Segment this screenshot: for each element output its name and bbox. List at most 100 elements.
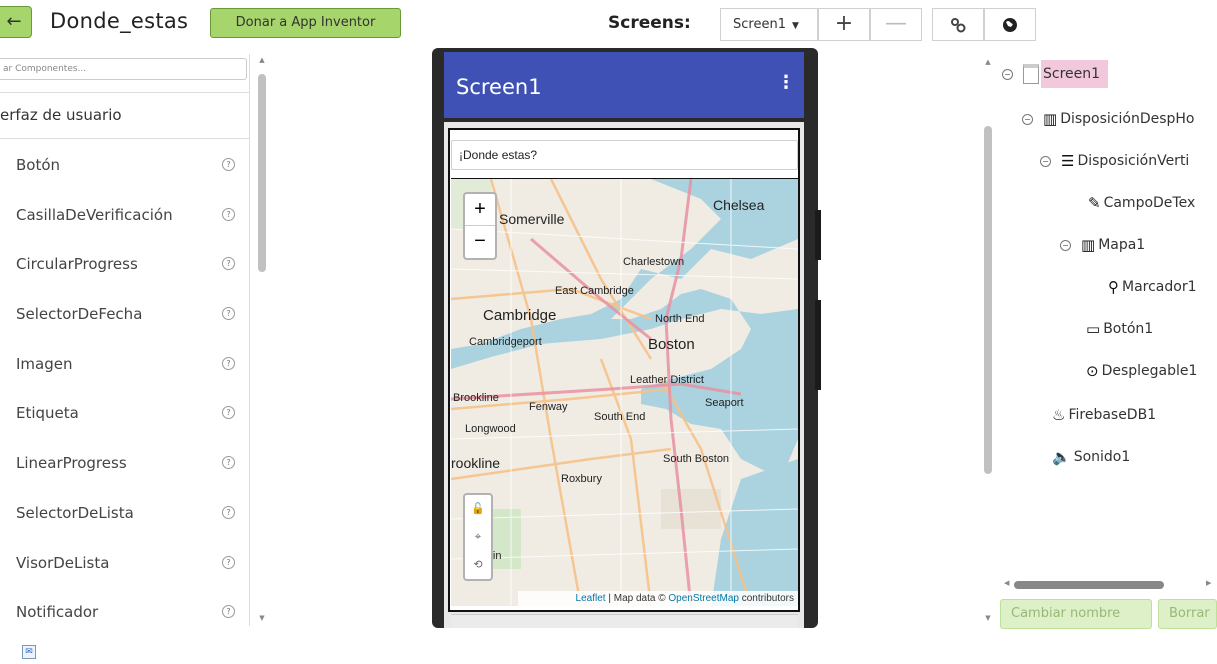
language-button[interactable]	[984, 8, 1036, 41]
map-label: Leather District	[630, 374, 704, 386]
tree-hscroll-thumb[interactable]	[1014, 581, 1164, 589]
palette-item-label: Notificador	[16, 603, 99, 622]
help-icon[interactable]: ?	[222, 207, 235, 221]
scroll-right-icon[interactable]: ▶	[1206, 579, 1211, 587]
help-icon[interactable]: ?	[222, 406, 235, 420]
palette-scroll-thumb[interactable]	[258, 74, 266, 272]
screen-select[interactable]: Screen1 ▼	[720, 8, 818, 41]
collapse-icon[interactable]: −	[1022, 113, 1033, 125]
tree-node-vertical-arrangement[interactable]: − ☰ DisposiciónVerti	[1040, 152, 1189, 170]
add-screen-button[interactable]: +	[818, 8, 870, 41]
overflow-menu-icon: ⋮	[777, 72, 795, 93]
palette-item-checkbox[interactable]: CasillaDeVerificación?	[0, 190, 249, 240]
map-component[interactable]: Somerville Chelsea Charlestown East Camb…	[451, 178, 798, 606]
map-label: Charlestown	[623, 256, 685, 268]
tree-node-spinner[interactable]: ⊙ Desplegable1	[1086, 362, 1197, 380]
palette-item-image[interactable]: Imagen?	[0, 339, 249, 389]
marker-icon: ⚲	[1108, 278, 1119, 296]
horizontal-arrangement-icon: ▥	[1043, 110, 1058, 128]
palette-item-label[interactable]: Etiqueta?	[0, 388, 249, 438]
textbox-component[interactable]: ¡Donde estas?	[451, 140, 798, 170]
palette-list: Botón? CasillaDeVerificación? CircularPr…	[0, 140, 249, 626]
scroll-up-icon[interactable]: ▲	[257, 56, 267, 64]
help-icon[interactable]: ?	[222, 555, 235, 569]
tree-node-textbox[interactable]: ✎ CampoDeTex	[1088, 194, 1195, 212]
tree-node-label: Botón1	[1103, 321, 1154, 337]
components-tree: − Screen1 − ▥ DisposiciónDespHo − ☰ Disposici…	[996, 52, 1217, 582]
map-label: Boston	[648, 336, 695, 353]
tree-node-horizontal-arrangement[interactable]: − ▥ DisposiciónDespHo	[1022, 110, 1194, 128]
palette-item-label: Botón	[16, 156, 61, 174]
help-icon[interactable]: ?	[222, 505, 235, 519]
palette-item-label: Imagen	[16, 354, 73, 373]
collapse-icon[interactable]: −	[1040, 155, 1051, 167]
reset-icon[interactable]: ⟲	[465, 551, 491, 579]
tree-node-marker[interactable]: ⚲ Marcador1	[1108, 278, 1197, 296]
tree-node-firebase[interactable]: ♨ FirebaseDB1	[1052, 406, 1156, 424]
palette-item-listpicker[interactable]: SelectorDeLista?	[0, 488, 249, 538]
vertical-arrangement-icon: ☰	[1061, 152, 1075, 170]
center-icon[interactable]: ⌖	[465, 523, 491, 551]
palette-item-listview[interactable]: VisorDeLista?	[0, 538, 249, 588]
tree-node-label: CampoDeTex	[1103, 195, 1196, 211]
donate-button[interactable]: Donar a App Inventor	[210, 8, 401, 38]
help-icon[interactable]: ?	[222, 456, 235, 470]
collapse-icon[interactable]: −	[1002, 68, 1013, 80]
map-attribution: Leaflet | Map data © OpenStreetMap contr…	[518, 591, 798, 607]
tree-node-label: Mapa1	[1098, 237, 1146, 253]
help-icon[interactable]: ?	[222, 307, 235, 321]
tree-node-screen1[interactable]: − Screen1	[1002, 60, 1109, 88]
project-name: Donde_estas	[50, 9, 189, 33]
scroll-down-icon[interactable]: ▼	[983, 614, 993, 622]
help-icon[interactable]: ?	[222, 605, 235, 619]
tree-node-label: Screen1	[1041, 60, 1109, 88]
tree-vertical-scrollbar[interactable]: ▲ ▼	[982, 56, 994, 626]
tree-scroll-thumb[interactable]	[984, 126, 992, 474]
map-label: Longwood	[465, 423, 516, 435]
button-icon: ▭	[1086, 320, 1101, 338]
sound-icon: 🔈	[1052, 448, 1071, 466]
back-arrow-icon[interactable]: ←	[0, 6, 32, 38]
leaflet-link[interactable]: Leaflet	[576, 593, 606, 604]
tree-node-label: DisposiciónVerti	[1077, 153, 1190, 169]
zoom-out-button[interactable]: −	[465, 226, 495, 258]
map-label: Cambridge	[483, 307, 557, 324]
tree-node-sound[interactable]: 🔈 Sonido1	[1052, 448, 1130, 466]
help-icon[interactable]: ?	[222, 257, 235, 271]
caret-down-icon: ▼	[791, 21, 799, 31]
screen-title: Screen1	[456, 75, 542, 99]
lock-icon[interactable]: 🔓	[465, 495, 491, 523]
tree-node-button[interactable]: ▭ Botón1	[1086, 320, 1153, 338]
palette-item-label: SelectorDeLista	[16, 503, 134, 522]
tree-horizontal-scrollbar[interactable]: ◀ ▶	[1004, 579, 1217, 590]
zoom-in-button[interactable]: +	[465, 194, 495, 226]
collapse-icon[interactable]: −	[1060, 239, 1071, 251]
map-label: Somerville	[499, 211, 565, 227]
textbox-icon: ✎	[1088, 194, 1101, 212]
tree-node-map[interactable]: − ▥ Mapa1	[1060, 236, 1145, 254]
palette-item-button[interactable]: Botón?	[0, 140, 249, 190]
palette-item-notifier[interactable]: Notificador?	[0, 587, 249, 626]
help-icon[interactable]: ?	[222, 356, 235, 370]
palette-item-datepicker[interactable]: SelectorDeFecha?	[0, 289, 249, 339]
palette-item-linearprogress[interactable]: LinearProgress?	[0, 438, 249, 488]
component-palette: ar Componentes... erfaz de usuario Botón…	[0, 54, 250, 626]
divider	[0, 138, 249, 139]
map-label: East Cambridge	[555, 285, 634, 297]
firebase-icon: ♨	[1052, 406, 1066, 424]
palette-search-input[interactable]: ar Componentes...	[0, 58, 247, 80]
palette-category-user-interface[interactable]: erfaz de usuario	[0, 106, 122, 124]
scroll-left-icon[interactable]: ◀	[1004, 579, 1009, 587]
palette-item-label: CircularProgress	[16, 255, 138, 274]
scroll-up-icon[interactable]: ▲	[983, 58, 993, 66]
palette-item-circularprogress[interactable]: CircularProgress?	[0, 239, 249, 289]
osm-link[interactable]: OpenStreetMap	[668, 593, 739, 604]
rename-button[interactable]: Cambiar nombre	[1000, 599, 1152, 629]
settings-button[interactable]	[932, 8, 984, 41]
divider	[0, 92, 249, 93]
help-icon[interactable]: ?	[222, 158, 235, 171]
remove-screen-button[interactable]: —	[870, 8, 922, 41]
palette-scrollbar[interactable]: ▲ ▼	[256, 54, 268, 626]
scroll-down-icon[interactable]: ▼	[257, 614, 267, 622]
delete-button[interactable]: Borrar	[1158, 599, 1217, 629]
